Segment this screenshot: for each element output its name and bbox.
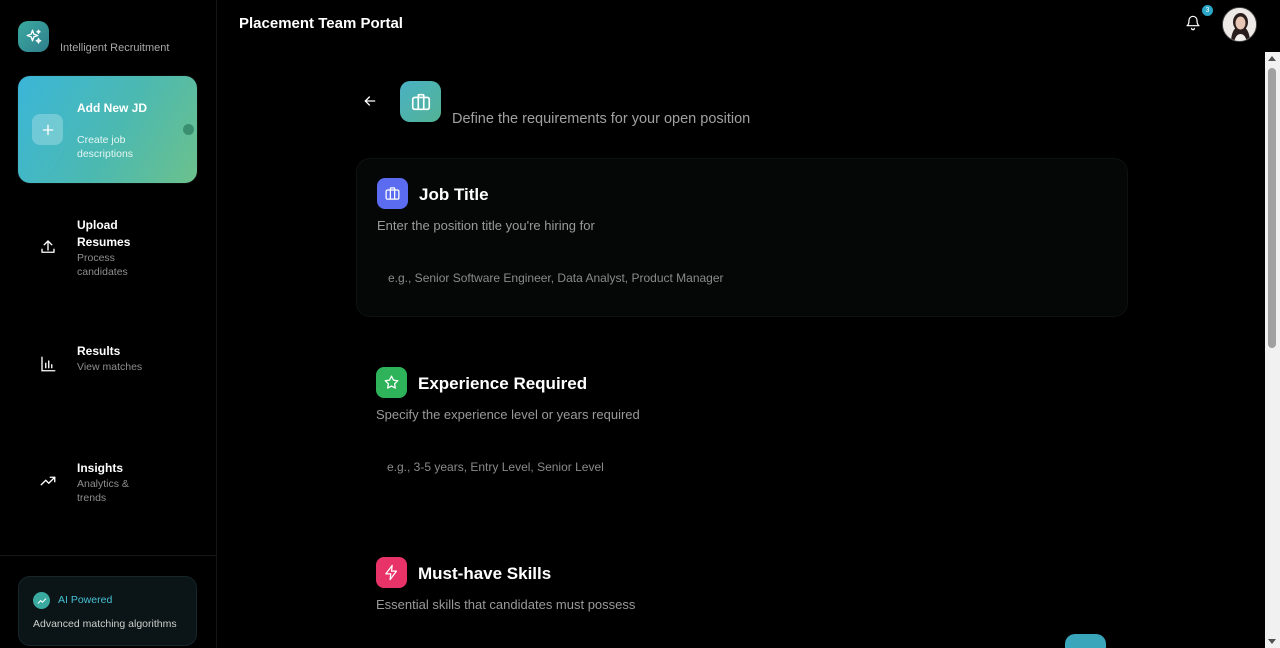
section-title: Must-have Skills [418,564,552,583]
tagline: Intelligent Recruitment [60,42,170,54]
sidebar-item-title: Results [77,344,121,358]
experience-section: Experience Required Specify the experien… [356,348,1128,498]
section-description: Enter the position title you're hiring f… [377,218,595,233]
sidebar-item-subtitle: Create job descriptions [77,134,134,160]
page-header-title: Placement Team Portal [239,15,403,32]
section-description: Essential skills that candidates must po… [376,597,636,612]
sparkle-icon [26,29,41,44]
ai-powered-label: AI Powered [58,594,113,606]
ai-powered-card: AI Powered Advanced matching algorithms [18,576,197,646]
bar-chart-icon [41,356,56,372]
job-title-section: Job Title Enter the position title you'r… [356,158,1128,317]
ai-powered-description: Advanced matching algorithms [33,618,177,630]
page-icon [400,81,441,122]
sidebar-item-subtitle: View matches [77,361,143,373]
plus-icon-box [32,114,63,145]
scrollbar-thumb[interactable] [1268,68,1276,348]
section-title: Job Title [419,185,489,204]
job-title-input[interactable] [377,259,1109,297]
experience-input[interactable] [376,448,1108,486]
lightning-icon [385,564,398,581]
trending-up-icon [37,597,46,604]
briefcase-icon [385,187,400,200]
scroll-up-arrow[interactable] [1268,56,1276,61]
section-description: Specify the experience level or years re… [376,407,640,422]
sidebar-item-results[interactable]: Results View matches [18,343,197,423]
back-arrow-icon[interactable] [362,93,378,109]
active-indicator [183,124,194,135]
plus-icon [42,124,53,135]
page-subtitle: Define the requirements for your open po… [452,111,751,127]
avatar[interactable] [1222,7,1257,42]
scroll-down-arrow[interactable] [1268,639,1276,644]
section-title: Experience Required [418,374,588,393]
sidebar-item-subtitle: Process candidates [77,252,128,278]
section-icon-box [376,557,407,588]
sidebar-divider [0,555,216,556]
sidebar-item-title: Upload Resumes [77,218,131,249]
notification-badge: 3 [1202,5,1213,16]
trending-up-icon [40,476,56,486]
sidebar-item-title: Insights [77,461,124,475]
briefcase-icon [411,93,430,110]
must-have-skills-section: Must-have Skills Essential skills that c… [356,538,1128,648]
logo[interactable] [18,21,49,52]
upload-icon [41,240,55,253]
vertical-scrollbar[interactable] [1265,52,1280,648]
add-skill-button[interactable] [1065,634,1106,648]
sidebar-item-title: Add New JD [77,101,148,115]
bell-icon[interactable] [1185,15,1201,31]
sidebar: Intelligent Recruitment Add New JD Creat… [0,0,217,648]
section-icon-box [376,367,407,398]
sidebar-item-subtitle: Analytics & trends [77,478,129,504]
user-avatar-icon [1223,8,1256,41]
ai-badge [33,592,50,609]
star-icon [384,375,399,389]
sidebar-item-insights[interactable]: Insights Analytics & trends [18,460,197,540]
section-icon-box [377,178,408,209]
sidebar-item-upload-resumes[interactable]: Upload Resumes Process candidates [18,210,197,290]
sidebar-item-add-new-jd[interactable]: Add New JD Create job descriptions [18,76,197,183]
